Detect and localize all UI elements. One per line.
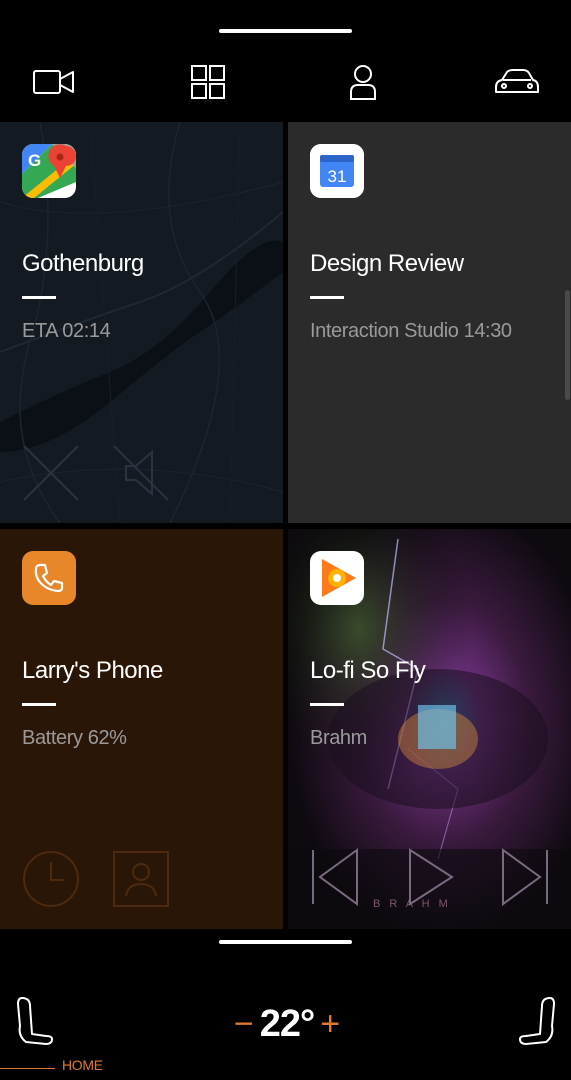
artist-name: Brahm bbox=[310, 727, 367, 749]
title-divider bbox=[22, 703, 56, 706]
temperature-decrease-button[interactable]: − bbox=[230, 1007, 258, 1041]
eta-label: ETA 02:14 bbox=[22, 320, 111, 342]
app-grid-icon[interactable] bbox=[178, 60, 238, 104]
title-divider bbox=[22, 296, 56, 299]
phone-icon bbox=[22, 551, 76, 605]
track-title: Lo-fi So Fly bbox=[310, 657, 426, 684]
google-play-music-icon bbox=[310, 551, 364, 605]
google-maps-icon: G bbox=[22, 144, 76, 198]
recent-calls-icon[interactable] bbox=[22, 850, 80, 908]
home-indicator-line bbox=[0, 1068, 55, 1069]
temperature-control: − 22° + bbox=[222, 1002, 352, 1046]
calendar-day-number: 31 bbox=[328, 167, 347, 186]
title-divider bbox=[310, 296, 344, 299]
event-details: Interaction Studio 14:30 bbox=[310, 320, 512, 342]
play-icon[interactable] bbox=[406, 848, 456, 906]
next-track-icon[interactable] bbox=[500, 848, 550, 906]
navigation-tile[interactable]: G Gothenburg ETA 02:14 bbox=[0, 122, 283, 523]
temperature-value: 22° bbox=[259, 1002, 315, 1045]
car-icon[interactable] bbox=[487, 60, 547, 104]
video-camera-icon[interactable] bbox=[24, 60, 84, 104]
driver-seat-icon[interactable] bbox=[12, 996, 56, 1052]
event-title: Design Review bbox=[310, 250, 464, 277]
home-button[interactable]: HOME bbox=[62, 1057, 103, 1073]
climate-bar: − 22° + HOME bbox=[0, 950, 571, 1080]
calendar-tile[interactable]: 31 Design Review Interaction Studio 14:3… bbox=[288, 122, 571, 523]
google-calendar-icon: 31 bbox=[310, 144, 364, 198]
phone-tile[interactable]: Larry's Phone Battery 62% bbox=[0, 529, 283, 929]
top-drag-handle[interactable] bbox=[219, 29, 352, 33]
device-name: Larry's Phone bbox=[22, 657, 163, 684]
destination-title: Gothenburg bbox=[22, 250, 144, 277]
mute-icon[interactable] bbox=[112, 444, 170, 502]
top-navigation-bar bbox=[0, 48, 571, 118]
temperature-increase-button[interactable]: + bbox=[316, 1007, 344, 1041]
previous-track-icon[interactable] bbox=[310, 848, 360, 906]
bottom-drag-handle[interactable] bbox=[219, 940, 352, 944]
title-divider bbox=[310, 703, 344, 706]
svg-text:G: G bbox=[28, 151, 41, 170]
passenger-seat-icon[interactable] bbox=[516, 996, 560, 1052]
close-icon[interactable] bbox=[22, 444, 80, 502]
media-tile[interactable]: Lo-fi So Fly Brahm B R A H M bbox=[288, 529, 571, 929]
scroll-indicator[interactable] bbox=[565, 290, 570, 400]
battery-status: Battery 62% bbox=[22, 727, 127, 749]
contacts-icon[interactable] bbox=[112, 850, 170, 908]
user-profile-icon[interactable] bbox=[333, 60, 393, 104]
